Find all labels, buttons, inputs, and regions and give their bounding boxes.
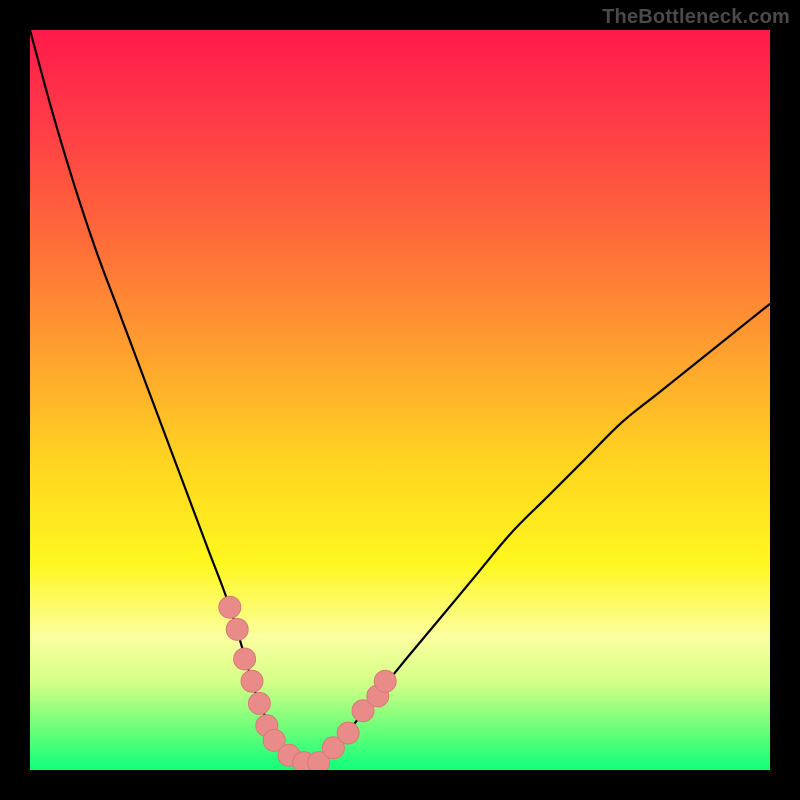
data-marker bbox=[219, 596, 241, 618]
data-marker bbox=[337, 722, 359, 744]
data-marker bbox=[234, 648, 256, 670]
data-marker bbox=[374, 670, 396, 692]
watermark-text: TheBottleneck.com bbox=[602, 6, 790, 29]
data-marker bbox=[248, 692, 270, 714]
bottleneck-chart bbox=[30, 30, 770, 770]
data-marker bbox=[226, 618, 248, 640]
chart-container: TheBottleneck.com bbox=[0, 0, 800, 800]
plot-background bbox=[30, 30, 770, 770]
data-marker bbox=[241, 670, 263, 692]
